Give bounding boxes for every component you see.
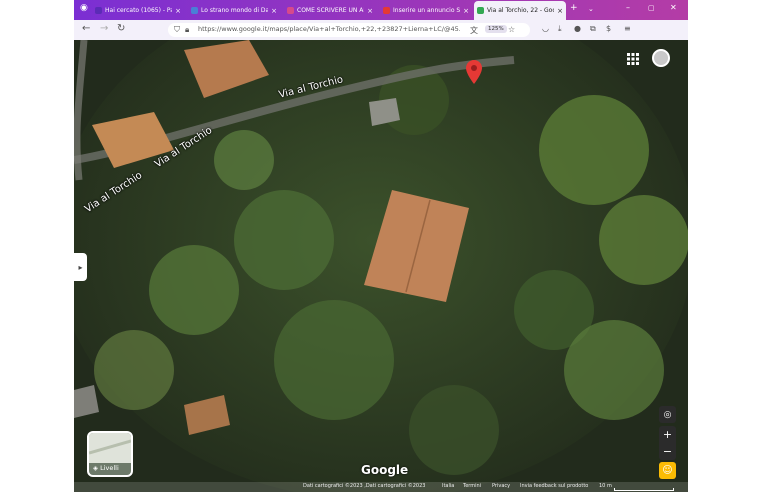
footer-link-italia[interactable]: Italia xyxy=(442,483,454,489)
tab-4-close-icon[interactable]: × xyxy=(463,7,469,15)
side-panel-toggle[interactable]: ▸ xyxy=(74,253,87,281)
tab-2[interactable]: Lo strano mondo di Daisy × xyxy=(188,2,280,19)
browser-window: ◉ Hai cercato (1065) - Pagina × Lo stran… xyxy=(74,0,688,492)
forward-icon[interactable]: → xyxy=(100,23,108,34)
copyright-text: Dati cartografici ©2023 ,Dati cartografi… xyxy=(303,483,426,489)
reload-icon[interactable]: ↻ xyxy=(117,23,125,34)
tab-1-close-icon[interactable]: × xyxy=(175,7,181,15)
google-apps-icon[interactable] xyxy=(627,53,639,65)
tab-list-icon[interactable]: ⌄ xyxy=(588,5,594,13)
tab-4[interactable]: Inserire un annuncio Subito × xyxy=(380,2,472,19)
satellite-imagery xyxy=(74,40,688,492)
nav-toolbar: ← → ↻ ⛉ 🔒︎ https://www.google.it/maps/pl… xyxy=(74,20,688,41)
downloads-icon[interactable]: ⤓ xyxy=(558,24,562,34)
addon-icon[interactable]: $ xyxy=(606,24,611,33)
address-bar[interactable]: ⛉ 🔒︎ https://www.google.it/maps/place/Vi… xyxy=(168,23,530,37)
tab-5-active[interactable]: Via al Torchio, 22 - Google × xyxy=(474,1,566,20)
layers-button[interactable]: ◈ Livelli xyxy=(87,431,133,477)
tab-3-title: COME SCRIVERE UN ANNUNCIO xyxy=(297,7,364,14)
extensions-icon[interactable]: ⧉ xyxy=(590,24,596,34)
tab-5-title: Via al Torchio, 22 - Google xyxy=(487,7,554,14)
layers-label: ◈ Livelli xyxy=(93,464,119,472)
tab-4-favicon xyxy=(383,7,390,14)
footer-link-feedback[interactable]: Invia feedback sul prodotto xyxy=(520,483,588,489)
tab-4-title: Inserire un annuncio Subito xyxy=(393,7,461,14)
location-pin-icon[interactable] xyxy=(466,60,482,84)
shield-icon[interactable]: ⛉ xyxy=(174,25,180,35)
close-window-icon[interactable]: ✕ xyxy=(670,3,677,12)
tab-5-favicon xyxy=(477,7,484,14)
tab-2-title: Lo strano mondo di Daisy xyxy=(201,7,269,14)
tab-1-title: Hai cercato (1065) - Pagina xyxy=(105,7,172,14)
tab-3-favicon xyxy=(287,7,294,14)
satellite-map[interactable]: Via al Torchio Via al Torchio Via al Tor… xyxy=(74,40,688,492)
back-icon[interactable]: ← xyxy=(82,23,90,34)
scale-bar xyxy=(614,488,674,491)
footer-link-terms[interactable]: Termini xyxy=(463,483,481,489)
new-tab-button[interactable]: + xyxy=(570,3,578,13)
pegman-icon[interactable]: ☺ xyxy=(659,462,676,479)
scale-label[interactable]: 10 m xyxy=(599,483,612,489)
google-logo: Google xyxy=(361,463,409,477)
minimize-icon[interactable]: – xyxy=(626,3,630,12)
tab-strip: ◉ Hai cercato (1065) - Pagina × Lo stran… xyxy=(74,0,688,20)
tab-5-close-icon[interactable]: × xyxy=(557,7,563,15)
zoom-in-button[interactable]: + xyxy=(659,426,676,443)
bookmark-star-icon[interactable]: ☆ xyxy=(508,25,515,34)
lock-icon[interactable]: 🔒︎ xyxy=(185,25,189,35)
zoom-out-button[interactable]: − xyxy=(659,443,676,460)
hamburger-menu-icon[interactable]: ≡ xyxy=(624,24,631,33)
tab-1-favicon xyxy=(95,7,102,14)
tab-1[interactable]: Hai cercato (1065) - Pagina × xyxy=(92,2,184,19)
my-location-icon[interactable]: ◎ xyxy=(659,406,676,423)
firefox-menu-icon[interactable]: ◉ xyxy=(80,3,88,13)
zoom-level[interactable]: 125% xyxy=(485,25,507,33)
tab-3-close-icon[interactable]: × xyxy=(367,7,373,15)
pocket-icon[interactable]: ◡ xyxy=(542,24,549,33)
footer-link-privacy[interactable]: Privacy xyxy=(492,483,510,489)
tab-2-favicon xyxy=(191,7,198,14)
translate-icon[interactable]: 文 xyxy=(470,25,478,36)
map-footer: Dati cartografici ©2023 ,Dati cartografi… xyxy=(74,482,688,492)
container-icon[interactable]: ● xyxy=(574,24,581,33)
layers-preview xyxy=(89,433,131,463)
maximize-icon[interactable]: ▢ xyxy=(648,4,655,12)
tab-3[interactable]: COME SCRIVERE UN ANNUNCIO × xyxy=(284,2,376,19)
tab-2-close-icon[interactable]: × xyxy=(271,7,277,15)
url-text[interactable]: https://www.google.it/maps/place/Via+al+… xyxy=(198,25,460,33)
account-avatar[interactable] xyxy=(652,49,670,67)
